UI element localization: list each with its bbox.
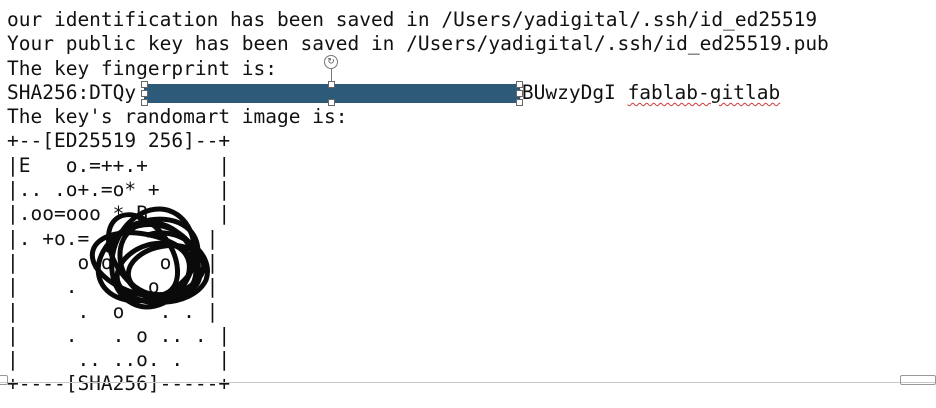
right-margin-marker [900, 375, 936, 385]
key-comment: fablab-gitlab [627, 80, 781, 104]
text-line: our identification has been saved in /Us… [7, 8, 818, 31]
resize-handle-sw[interactable] [141, 99, 148, 106]
randomart-top-border: +--[ED25519 256]--+ [7, 129, 231, 153]
resize-handle-s[interactable] [328, 99, 335, 106]
resize-handle-se[interactable] [516, 99, 523, 106]
resize-handle-nw[interactable] [141, 81, 148, 88]
handwritten-scribble [89, 206, 210, 310]
resize-handle-n[interactable] [328, 81, 335, 88]
text-line: Your public key has been saved in /Users… [7, 32, 829, 56]
fingerprint-suffix: cBUwzyDgI [510, 80, 616, 104]
text-line: The key's randomart image is: [7, 105, 348, 129]
text-line: The key fingerprint is: [7, 56, 278, 80]
page-break-line [0, 382, 936, 383]
left-margin-marker [0, 375, 8, 385]
resize-handle-e[interactable] [516, 90, 523, 97]
randomart-row: | .. ..o. . | [7, 348, 231, 372]
resize-handle-ne[interactable] [516, 81, 523, 88]
randomart-bottom-border: +----[SHA256]-----+ [7, 372, 231, 396]
randomart-row: |E o.=++.+ | [7, 153, 231, 177]
resize-handle-w[interactable] [141, 90, 148, 97]
rotate-handle-icon[interactable]: ↻ [324, 55, 338, 69]
fingerprint-prefix: SHA256:DTQy [7, 80, 137, 104]
